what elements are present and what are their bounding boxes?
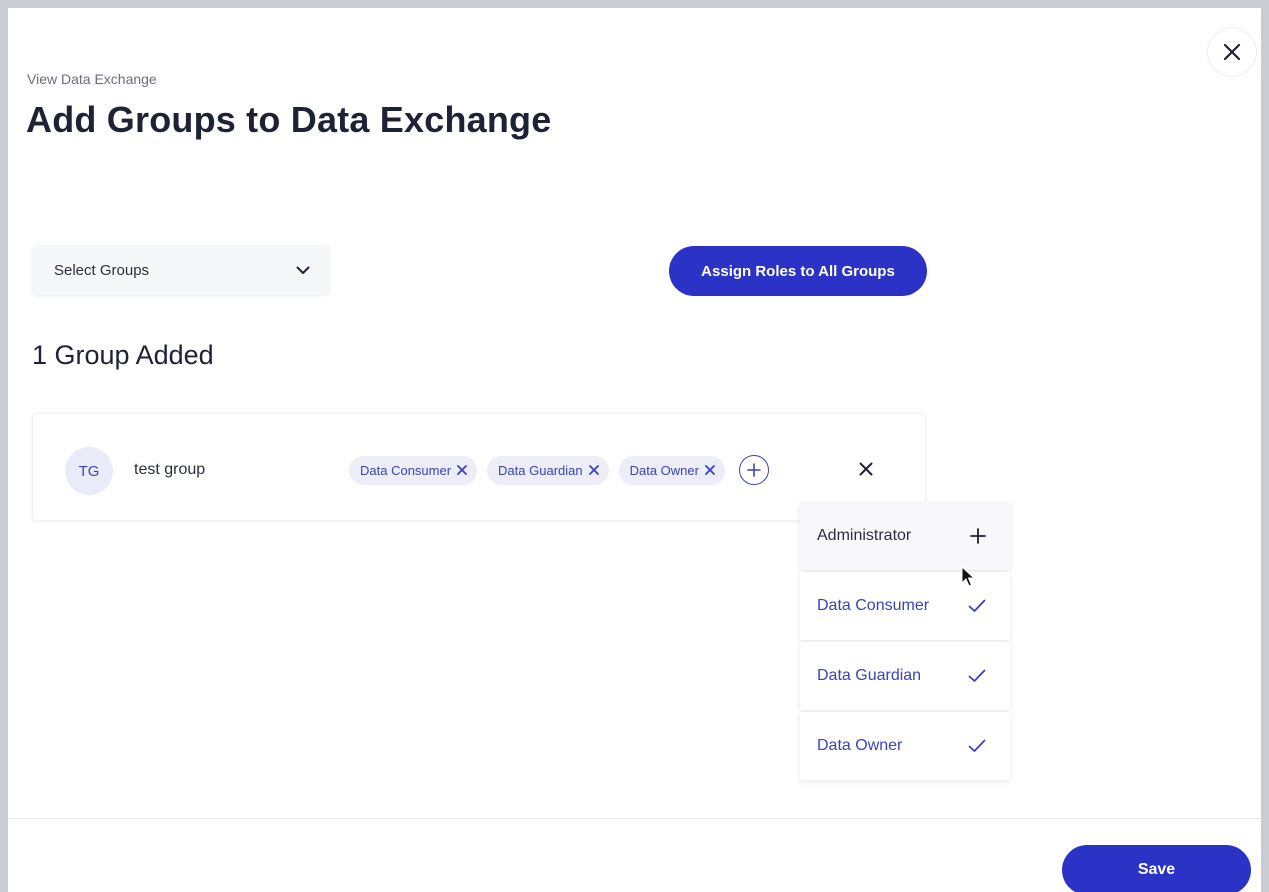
chevron-down-icon xyxy=(296,266,310,274)
page-title: Add Groups to Data Exchange xyxy=(26,99,552,140)
role-dropdown-menu: Administrator Data Consumer Data Guardia… xyxy=(800,502,1010,780)
check-icon xyxy=(968,669,986,682)
role-option-label: Data Consumer xyxy=(817,597,930,614)
role-option-administrator[interactable]: Administrator xyxy=(800,502,1010,570)
assign-roles-all-button[interactable]: Assign Roles to All Groups xyxy=(669,246,927,296)
role-chips: Data Consumer Data Guardian Data Owner xyxy=(349,455,769,485)
plus-icon xyxy=(747,463,761,477)
remove-role-button[interactable] xyxy=(588,465,599,475)
check-icon xyxy=(968,599,986,612)
remove-role-button[interactable] xyxy=(705,465,715,475)
close-icon xyxy=(457,465,467,475)
role-option-data-consumer[interactable]: Data Consumer xyxy=(800,572,1010,640)
check-icon xyxy=(968,739,986,752)
role-chip-label: Data Guardian xyxy=(498,462,583,478)
role-option-label: Data Owner xyxy=(817,737,903,754)
remove-group-button[interactable] xyxy=(859,462,873,476)
role-option-data-owner[interactable]: Data Owner xyxy=(800,712,1010,780)
select-groups-label: Select Groups xyxy=(54,261,150,279)
group-row: TG test group Data Consumer Data Guardia… xyxy=(32,413,926,521)
avatar: TG xyxy=(65,447,113,495)
close-icon xyxy=(705,465,715,475)
select-groups-dropdown[interactable]: Select Groups xyxy=(32,245,330,295)
role-option-label: Data Guardian xyxy=(817,667,922,684)
role-chip-label: Data Owner xyxy=(629,462,699,478)
role-chip: Data Owner xyxy=(618,455,725,485)
breadcrumb[interactable]: View Data Exchange xyxy=(27,71,157,87)
role-chip: Data Consumer xyxy=(349,455,478,485)
close-icon xyxy=(859,462,873,476)
footer-divider xyxy=(8,818,1261,819)
group-name: test group xyxy=(134,461,206,478)
groups-count-heading: 1 Group Added xyxy=(32,340,214,370)
close-icon xyxy=(588,465,599,475)
role-chip: Data Guardian xyxy=(487,455,609,485)
plus-icon xyxy=(970,528,986,544)
add-role-button[interactable] xyxy=(738,455,769,485)
role-option-data-guardian[interactable]: Data Guardian xyxy=(800,642,1010,710)
role-option-label: Administrator xyxy=(817,527,912,544)
close-icon xyxy=(1223,43,1241,61)
role-chip-label: Data Consumer xyxy=(360,462,452,478)
modal: View Data Exchange Add Groups to Data Ex… xyxy=(8,8,1261,892)
save-button[interactable]: Save xyxy=(1062,845,1251,892)
mouse-cursor-icon xyxy=(961,566,975,587)
remove-role-button[interactable] xyxy=(457,465,467,475)
close-modal-button[interactable] xyxy=(1207,27,1257,77)
